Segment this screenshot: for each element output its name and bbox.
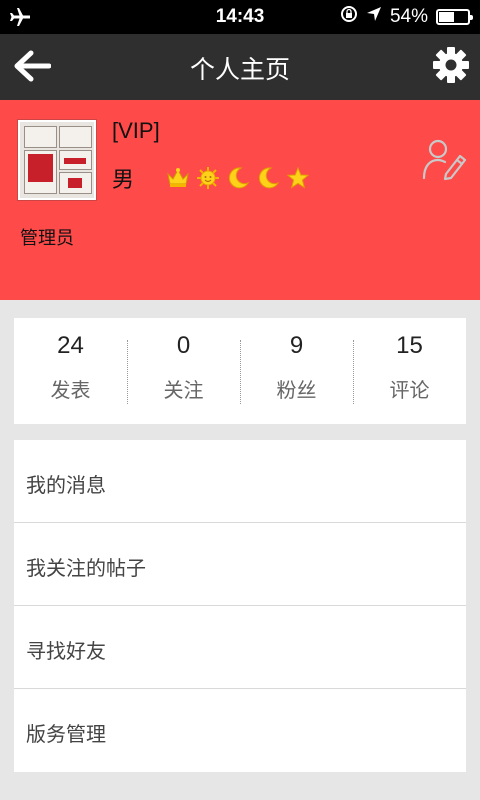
stat-label: 评论: [389, 378, 430, 402]
vip-label: [VIP]: [112, 118, 160, 143]
stat-value: 9: [289, 332, 304, 359]
profile-menu: 我的消息 我关注的帖子 寻找好友 版务管理: [14, 440, 466, 772]
crown-icon: [166, 166, 190, 190]
edit-profile-icon: [418, 139, 468, 188]
menu-item-label: 我关注的帖子: [26, 556, 146, 580]
menu-item-board-management[interactable]: 版务管理: [14, 689, 466, 772]
stat-comments[interactable]: 15 评论: [353, 318, 466, 424]
stat-label: 关注: [163, 378, 204, 402]
menu-item-label: 版务管理: [26, 722, 106, 746]
profile-card: [VIP] 男 管理员: [0, 100, 480, 300]
battery-percent: 54%: [389, 6, 428, 27]
page-title: 个人主页: [189, 55, 290, 84]
settings-button[interactable]: [430, 46, 472, 88]
role-label: 管理员: [20, 228, 74, 249]
stat-label: 粉丝: [276, 378, 317, 402]
stat-value: 24: [57, 332, 84, 359]
stat-following[interactable]: 0 关注: [127, 318, 240, 424]
battery-icon: [436, 9, 473, 25]
menu-item-label: 寻找好友: [26, 639, 106, 663]
stat-label: 发表: [50, 378, 91, 402]
stat-value: 15: [396, 332, 423, 359]
status-bar: 14:43 54%: [0, 0, 480, 34]
location-arrow-icon: [366, 6, 382, 28]
sun-icon: [196, 166, 220, 190]
nav-header: 个人主页: [0, 34, 480, 100]
edit-profile-button[interactable]: [418, 134, 468, 184]
star-icon: [286, 166, 310, 190]
menu-item-label: 我的消息: [26, 473, 106, 497]
stat-value: 0: [176, 332, 191, 359]
moon-icon: [226, 166, 250, 190]
menu-item-find-friends[interactable]: 寻找好友: [14, 606, 466, 689]
stat-posts[interactable]: 24 发表: [14, 318, 127, 424]
level-badges: [166, 166, 310, 190]
stats-panel: 24 发表 0 关注 9 粉丝 15 评论: [14, 318, 466, 424]
avatar[interactable]: [18, 120, 96, 200]
stat-followers[interactable]: 9 粉丝: [240, 318, 353, 424]
gender-label: 男: [112, 168, 135, 193]
menu-item-followed-posts[interactable]: 我关注的帖子: [14, 523, 466, 606]
gear-icon: [432, 46, 470, 88]
moon-icon: [256, 166, 280, 190]
rotation-lock-icon: [340, 5, 358, 29]
menu-item-my-messages[interactable]: 我的消息: [14, 440, 466, 523]
